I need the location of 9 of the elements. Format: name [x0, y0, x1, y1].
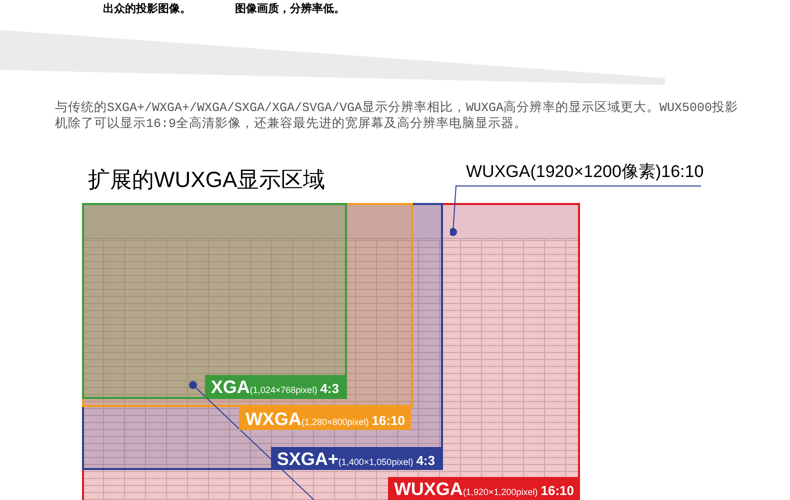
callout-label: WUXGA(1920×1200像素)16:10 [466, 161, 704, 183]
caption-text: 出众的投影图像。 [103, 2, 191, 17]
section-title: 扩展的WUXGA显示区域 [88, 167, 326, 193]
caption-text: 图像画质，分辨率低。 [235, 2, 345, 17]
resolution-label: SXGA+(1,400×1,050pixel) 4:3 [270, 447, 441, 470]
description-paragraph: 与传统的SXGA+/WXGA+/WXGA/SXGA/XGA/SVGA/VGA显示分辨率相比，WUXGA高分辨率的显示区域更大。WUX5000投影机除了可以显示16:9全高清影像，还兼容最先进的宽屏幕及高分辨率电脑显示器。 [55, 100, 740, 132]
resolution-label: XGA(1,024×768pixel) 4:3 [204, 375, 345, 398]
resolution-label: WUXGA(1,920×1,200pixel) 16:10 [388, 477, 580, 500]
resolution-label: WXGA(1,280×800pixel) 16:10 [239, 407, 411, 430]
